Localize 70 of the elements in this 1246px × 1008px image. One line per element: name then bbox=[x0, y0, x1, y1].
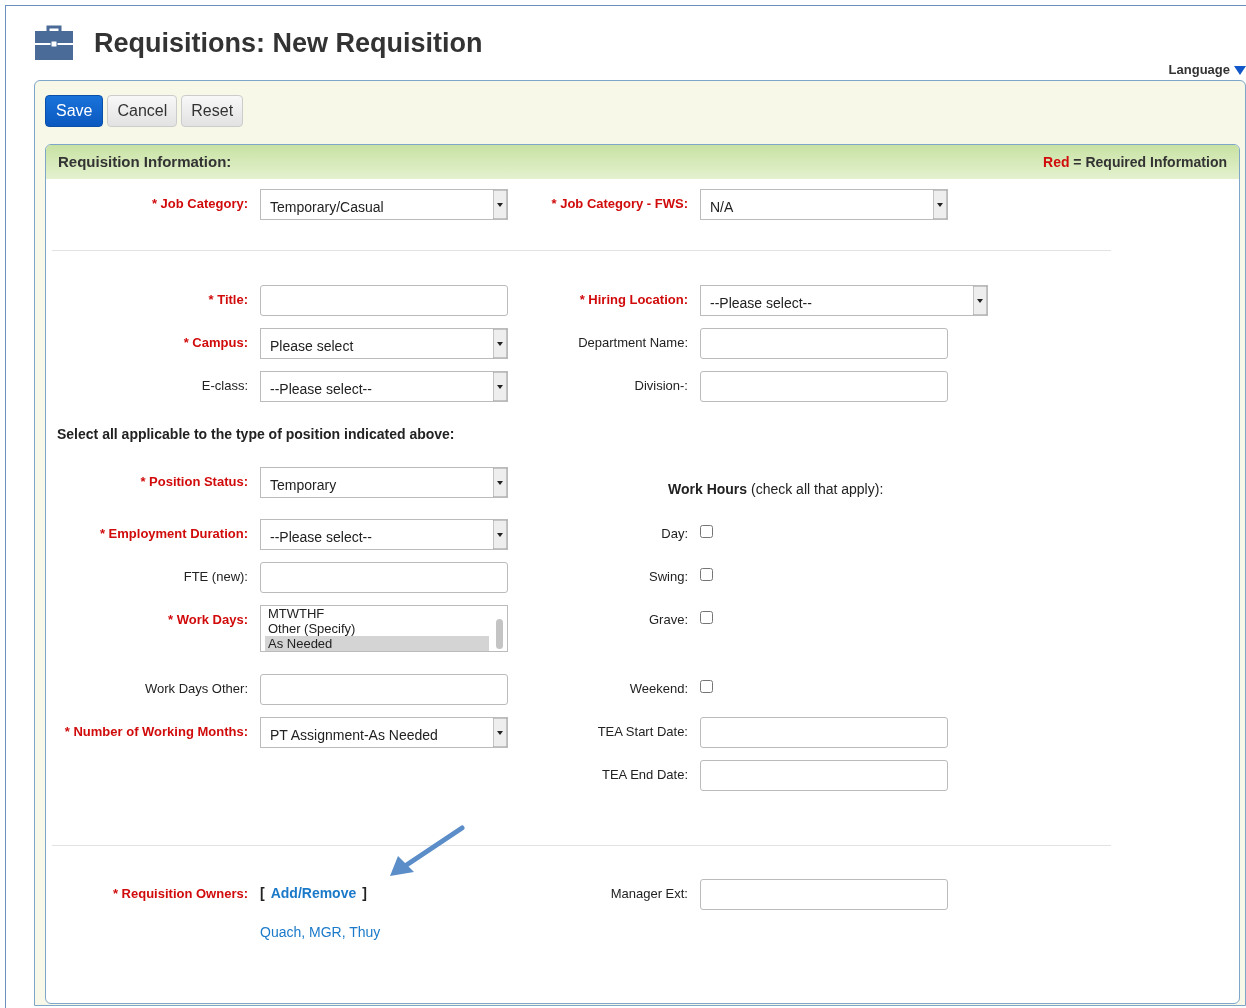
field-label: TEA End Date: bbox=[601, 766, 688, 784]
add-remove-link[interactable]: Add/Remove bbox=[270, 883, 357, 904]
field-label: TEA Start Date: bbox=[596, 723, 688, 741]
field-label: Weekend: bbox=[628, 680, 688, 698]
field-label: * Requisition Owners: bbox=[111, 885, 248, 903]
dropdown-triangle-icon[interactable] bbox=[1234, 65, 1246, 75]
dropdown[interactable]: Temporary/Casual bbox=[260, 189, 508, 220]
input-field[interactable] bbox=[260, 285, 508, 316]
caret-icon bbox=[493, 372, 507, 401]
briefcase-icon bbox=[34, 25, 74, 61]
field-label: * Title: bbox=[207, 291, 248, 309]
field-label: * Number of Working Months: bbox=[63, 723, 248, 741]
toolbar-button[interactable]: Reset bbox=[181, 95, 244, 127]
owner-link[interactable]: Quach, MGR, Thuy bbox=[260, 922, 381, 943]
field-label: Day: bbox=[660, 525, 688, 543]
field-label: FTE (new): bbox=[182, 568, 248, 586]
caret-icon bbox=[973, 286, 987, 315]
field-label: * Hiring Location: bbox=[578, 291, 688, 309]
list-option[interactable]: Other (Specify) bbox=[265, 621, 489, 636]
caret-icon bbox=[493, 468, 507, 497]
field-label: Division-: bbox=[633, 377, 688, 395]
dropdown[interactable]: --Please select-- bbox=[700, 285, 988, 316]
page-title: Requisitions: New Requisition bbox=[94, 26, 483, 60]
bracket: [ bbox=[260, 884, 265, 903]
section-heading: Work Hours (check all that apply): bbox=[667, 480, 884, 499]
caret-icon bbox=[493, 718, 507, 747]
caret-icon bbox=[933, 190, 947, 219]
field-label: * Job Category - FWS: bbox=[550, 195, 688, 213]
field-label: * Work Days: bbox=[167, 611, 248, 629]
input-field[interactable] bbox=[260, 562, 508, 593]
caret-icon bbox=[493, 329, 507, 358]
dropdown[interactable]: --Please select-- bbox=[260, 519, 508, 550]
instruction-text: Select all applicable to the type of position indicated above: bbox=[56, 425, 456, 444]
input-field[interactable] bbox=[700, 879, 948, 910]
checkbox[interactable] bbox=[700, 680, 713, 693]
input-field[interactable] bbox=[260, 674, 508, 705]
scrollbar-thumb[interactable] bbox=[496, 619, 503, 649]
bracket: ] bbox=[362, 884, 367, 903]
field-label: * Employment Duration: bbox=[98, 525, 248, 543]
list-option[interactable]: As Needed bbox=[265, 636, 489, 651]
toolbar-button[interactable]: Save bbox=[45, 95, 104, 127]
field-label: E-class: bbox=[200, 377, 248, 395]
field-label: * Campus: bbox=[182, 334, 248, 352]
checkbox[interactable] bbox=[700, 525, 713, 538]
field-label: Grave: bbox=[648, 611, 688, 629]
list-option[interactable]: MTWTHF bbox=[265, 606, 489, 621]
field-label: Manager Ext: bbox=[609, 885, 688, 903]
field-label: * Job Category: bbox=[150, 195, 248, 213]
input-field[interactable] bbox=[700, 717, 948, 748]
field-label: Swing: bbox=[647, 568, 688, 586]
caret-icon bbox=[493, 190, 507, 219]
field-label: Department Name: bbox=[577, 334, 688, 352]
checkbox[interactable] bbox=[700, 611, 713, 624]
field-label: * Position Status: bbox=[139, 473, 248, 491]
toolbar-button[interactable]: Cancel bbox=[107, 95, 178, 127]
panel-title: Requisition Information: bbox=[58, 151, 232, 172]
input-field[interactable] bbox=[700, 371, 948, 402]
required-legend: Red = Required Information bbox=[1043, 151, 1227, 173]
field-label: Work Days Other: bbox=[143, 680, 248, 698]
input-field[interactable] bbox=[700, 760, 948, 791]
caret-icon bbox=[493, 520, 507, 549]
language-menu[interactable]: Language bbox=[1168, 60, 1230, 80]
checkbox[interactable] bbox=[700, 568, 713, 581]
dropdown[interactable]: --Please select-- bbox=[260, 371, 508, 402]
input-field[interactable] bbox=[700, 328, 948, 359]
list-box[interactable]: MTWTHF Other (Specify) As Needed bbox=[260, 605, 508, 652]
dropdown[interactable]: N/A bbox=[700, 189, 948, 220]
dropdown[interactable]: Temporary bbox=[260, 467, 508, 498]
dropdown[interactable]: Please select bbox=[260, 328, 508, 359]
dropdown[interactable]: PT Assignment-As Needed bbox=[260, 717, 508, 748]
